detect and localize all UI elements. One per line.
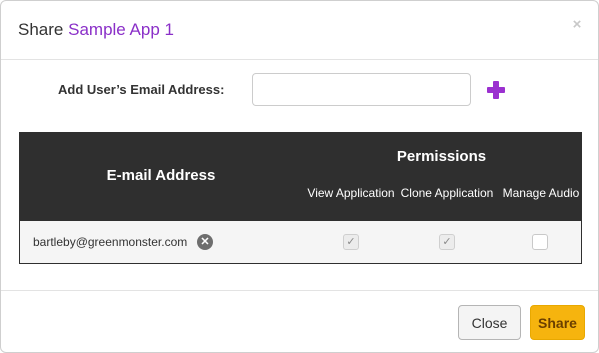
manage-audio-checkbox[interactable] — [532, 234, 548, 250]
table-header: E-mail Address Permissions View Applicat… — [20, 133, 581, 221]
permissions-column-header: Permissions — [396, 148, 487, 165]
email-field[interactable] — [252, 73, 471, 106]
share-button[interactable]: Share — [530, 305, 585, 340]
clone-application-checkbox[interactable]: ✓ — [439, 234, 455, 250]
view-application-checkbox[interactable]: ✓ — [343, 234, 359, 250]
user-email: bartleby@greenmonster.com — [33, 235, 188, 249]
view-application-column-header: View Application — [307, 186, 395, 200]
email-field-label: Add User’s Email Address: — [58, 82, 225, 97]
share-dialog: Share Sample App 1 × Add User’s Email Ad… — [0, 0, 599, 353]
clone-application-column-header: Clone Application — [400, 186, 494, 200]
close-icon[interactable]: × — [570, 17, 584, 32]
app-name: Sample App 1 — [68, 20, 174, 39]
permissions-table: E-mail Address Permissions View Applicat… — [19, 132, 582, 264]
dialog-header: Share Sample App 1 × — [1, 1, 598, 60]
dialog-footer: Close Share — [1, 290, 598, 352]
dialog-title-prefix: Share — [18, 20, 64, 39]
remove-user-icon[interactable]: ✕ — [197, 234, 213, 250]
table-row: bartleby@greenmonster.com ✕ ✓ ✓ — [20, 221, 581, 263]
dialog-title: Share Sample App 1 — [18, 20, 174, 40]
close-button[interactable]: Close — [458, 305, 521, 340]
plus-icon[interactable] — [487, 81, 505, 99]
add-user-row: Add User’s Email Address: — [1, 73, 598, 107]
email-column-header: E-mail Address — [106, 167, 216, 184]
manage-audio-column-header: Manage Audio — [502, 186, 580, 200]
